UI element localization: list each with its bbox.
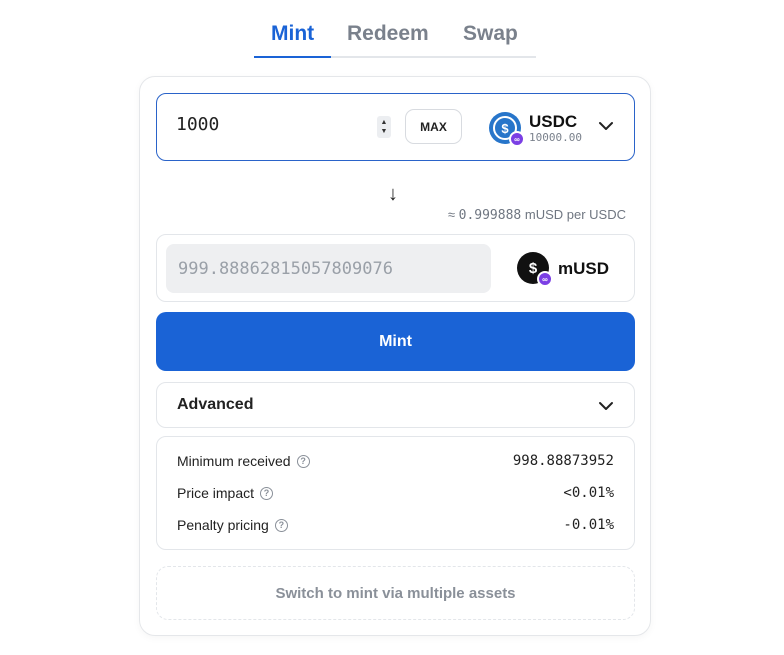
transaction-details: Minimum received? 998.88873952 Price imp… bbox=[156, 436, 635, 550]
help-icon[interactable]: ? bbox=[274, 518, 288, 532]
tab-mint[interactable]: Mint bbox=[271, 22, 314, 46]
tab-swap[interactable]: Swap bbox=[463, 22, 518, 46]
minimum-received-value: 998.88873952 bbox=[512, 453, 614, 469]
mint-button[interactable]: Mint bbox=[156, 312, 635, 371]
stepper-up-icon[interactable]: ▲ bbox=[381, 118, 388, 127]
amount-input[interactable] bbox=[176, 114, 356, 135]
switch-multi-asset-button[interactable]: Switch to mint via multiple assets bbox=[156, 566, 635, 620]
help-icon[interactable]: ? bbox=[296, 454, 310, 468]
input-token-balance: 10000.00 bbox=[529, 130, 582, 144]
amount-stepper[interactable]: ▲ ▼ bbox=[377, 116, 391, 138]
penalty-pricing-value: -0.01% bbox=[563, 517, 614, 533]
chevron-down-icon[interactable] bbox=[598, 121, 614, 131]
usdc-coin-icon: $ ∞ bbox=[489, 112, 525, 147]
detail-row-minimum-received: Minimum received? 998.88873952 bbox=[177, 451, 614, 471]
detail-row-price-impact: Price impact? <0.01% bbox=[177, 483, 614, 503]
output-token: $ ∞ mUSD bbox=[517, 252, 610, 287]
output-amount-field: 999.88862815057809076 bbox=[166, 244, 491, 293]
input-token-symbol: USDC bbox=[529, 111, 578, 131]
musd-coin-icon: $ ∞ bbox=[517, 252, 553, 287]
active-tab-indicator bbox=[254, 56, 331, 58]
exchange-rate: ≈ 0.999888 mUSD per USDC bbox=[448, 207, 626, 223]
input-token-selector[interactable]: $ ∞ USDC 10000.00 bbox=[489, 108, 619, 148]
rate-unit: mUSD per USDC bbox=[521, 207, 626, 222]
arrow-down-icon: ↓ bbox=[388, 183, 398, 205]
price-impact-value: <0.01% bbox=[563, 485, 614, 501]
input-amount-box: ▲ ▼ MAX $ ∞ USDC 10000.00 bbox=[156, 93, 635, 161]
output-amount-box: 999.88862815057809076 $ ∞ mUSD bbox=[156, 234, 635, 302]
help-icon[interactable]: ? bbox=[260, 486, 274, 500]
chain-badge-icon: ∞ bbox=[537, 271, 553, 287]
advanced-label: Advanced bbox=[177, 396, 254, 413]
advanced-toggle[interactable]: Advanced bbox=[156, 382, 635, 428]
tab-redeem[interactable]: Redeem bbox=[347, 22, 429, 46]
minimum-received-label: Minimum received bbox=[177, 453, 291, 469]
max-button[interactable]: MAX bbox=[405, 109, 462, 144]
price-impact-label: Price impact bbox=[177, 485, 255, 501]
detail-row-penalty-pricing: Penalty pricing? -0.01% bbox=[177, 515, 614, 535]
chain-badge-icon: ∞ bbox=[509, 131, 525, 147]
tab-bar: Mint Redeem Swap bbox=[254, 18, 536, 58]
rate-value: 0.999888 bbox=[458, 208, 522, 223]
penalty-pricing-label: Penalty pricing bbox=[177, 517, 269, 533]
stepper-down-icon[interactable]: ▼ bbox=[381, 127, 388, 136]
rate-prefix: ≈ bbox=[447, 207, 455, 222]
chevron-down-icon[interactable] bbox=[598, 401, 614, 411]
output-token-symbol: mUSD bbox=[558, 258, 610, 278]
mint-card: ▲ ▼ MAX $ ∞ USDC 10000.00 ↓ ≈ 0.999888 m… bbox=[139, 76, 651, 636]
